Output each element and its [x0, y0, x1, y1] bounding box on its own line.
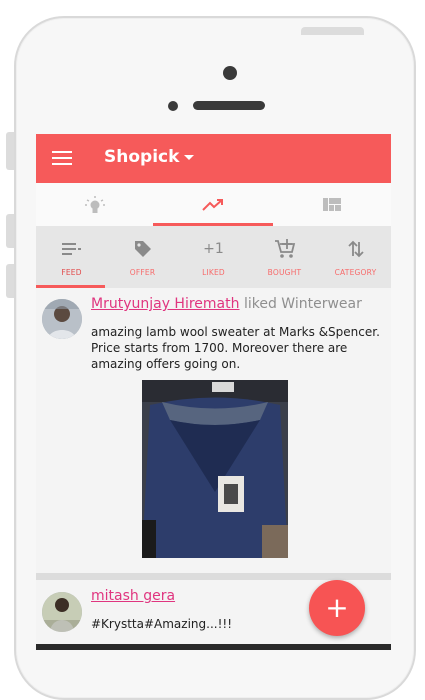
feed-card: Mrutyunjay Hiremath liked Winterwear ama… [36, 288, 391, 573]
sub-tabs: FEED OFFER +1 LIKED BOUGHT CATEGORY [36, 226, 391, 288]
avatar[interactable] [42, 592, 82, 632]
add-post-fab[interactable]: + [309, 580, 365, 636]
post-header: mitash gera [91, 588, 175, 604]
tab-trending[interactable] [154, 183, 272, 226]
subtab-label: CATEGORY [334, 268, 377, 277]
post-image[interactable] [142, 380, 288, 558]
plus-one-icon: +1 [203, 241, 224, 257]
app-bar: Shopick [36, 134, 391, 183]
tab-ideas[interactable] [36, 183, 154, 226]
subtab-liked[interactable]: +1 LIKED [178, 226, 249, 288]
subtab-category[interactable]: CATEGORY [320, 226, 391, 288]
volume-down-button [6, 264, 14, 298]
user-name-link[interactable]: Mrutyunjay Hiremath [91, 296, 240, 312]
mute-switch [6, 132, 14, 170]
tab-grid[interactable] [273, 183, 391, 226]
front-camera [223, 66, 237, 80]
proximity-sensor [168, 101, 178, 111]
cart-add-icon [274, 239, 295, 258]
subtab-label: LIKED [202, 268, 225, 277]
subtab-feed[interactable]: FEED [36, 226, 107, 288]
post-action: liked Winterwear [243, 296, 362, 312]
avatar[interactable] [42, 299, 82, 339]
subtab-offer[interactable]: OFFER [107, 226, 178, 288]
trending-up-icon [202, 198, 223, 211]
add-icon: + [325, 591, 349, 624]
top-tabs [36, 183, 391, 226]
post-header: Mrutyunjay Hiremath liked Winterwear [91, 296, 362, 312]
tag-icon [134, 241, 151, 257]
user-name-link[interactable]: mitash gera [91, 588, 175, 604]
earpiece-speaker [193, 101, 265, 110]
subtab-label: BOUGHT [267, 268, 302, 277]
power-button [301, 27, 364, 35]
app-title-dropdown[interactable]: Shopick [104, 147, 195, 167]
app-screen: Shopick FEED OFFER +1 LIKED BOUGHT CATEG… [36, 134, 391, 650]
volume-up-button [6, 214, 14, 248]
feed-list-icon [61, 243, 81, 255]
sort-arrows-icon [347, 240, 364, 258]
hamburger-menu-icon[interactable] [52, 151, 72, 165]
grid-icon [323, 198, 341, 211]
post-text: amazing lamb wool sweater at Marks &Spen… [91, 325, 380, 371]
next-post-image-edge [36, 644, 391, 650]
caret-down-icon [184, 154, 195, 160]
lightbulb-icon [85, 195, 105, 213]
subtab-bought[interactable]: BOUGHT [249, 226, 320, 288]
app-title: Shopick [104, 147, 180, 167]
subtab-label: OFFER [129, 268, 156, 277]
card-divider [36, 573, 391, 580]
subtab-label: FEED [61, 268, 82, 277]
